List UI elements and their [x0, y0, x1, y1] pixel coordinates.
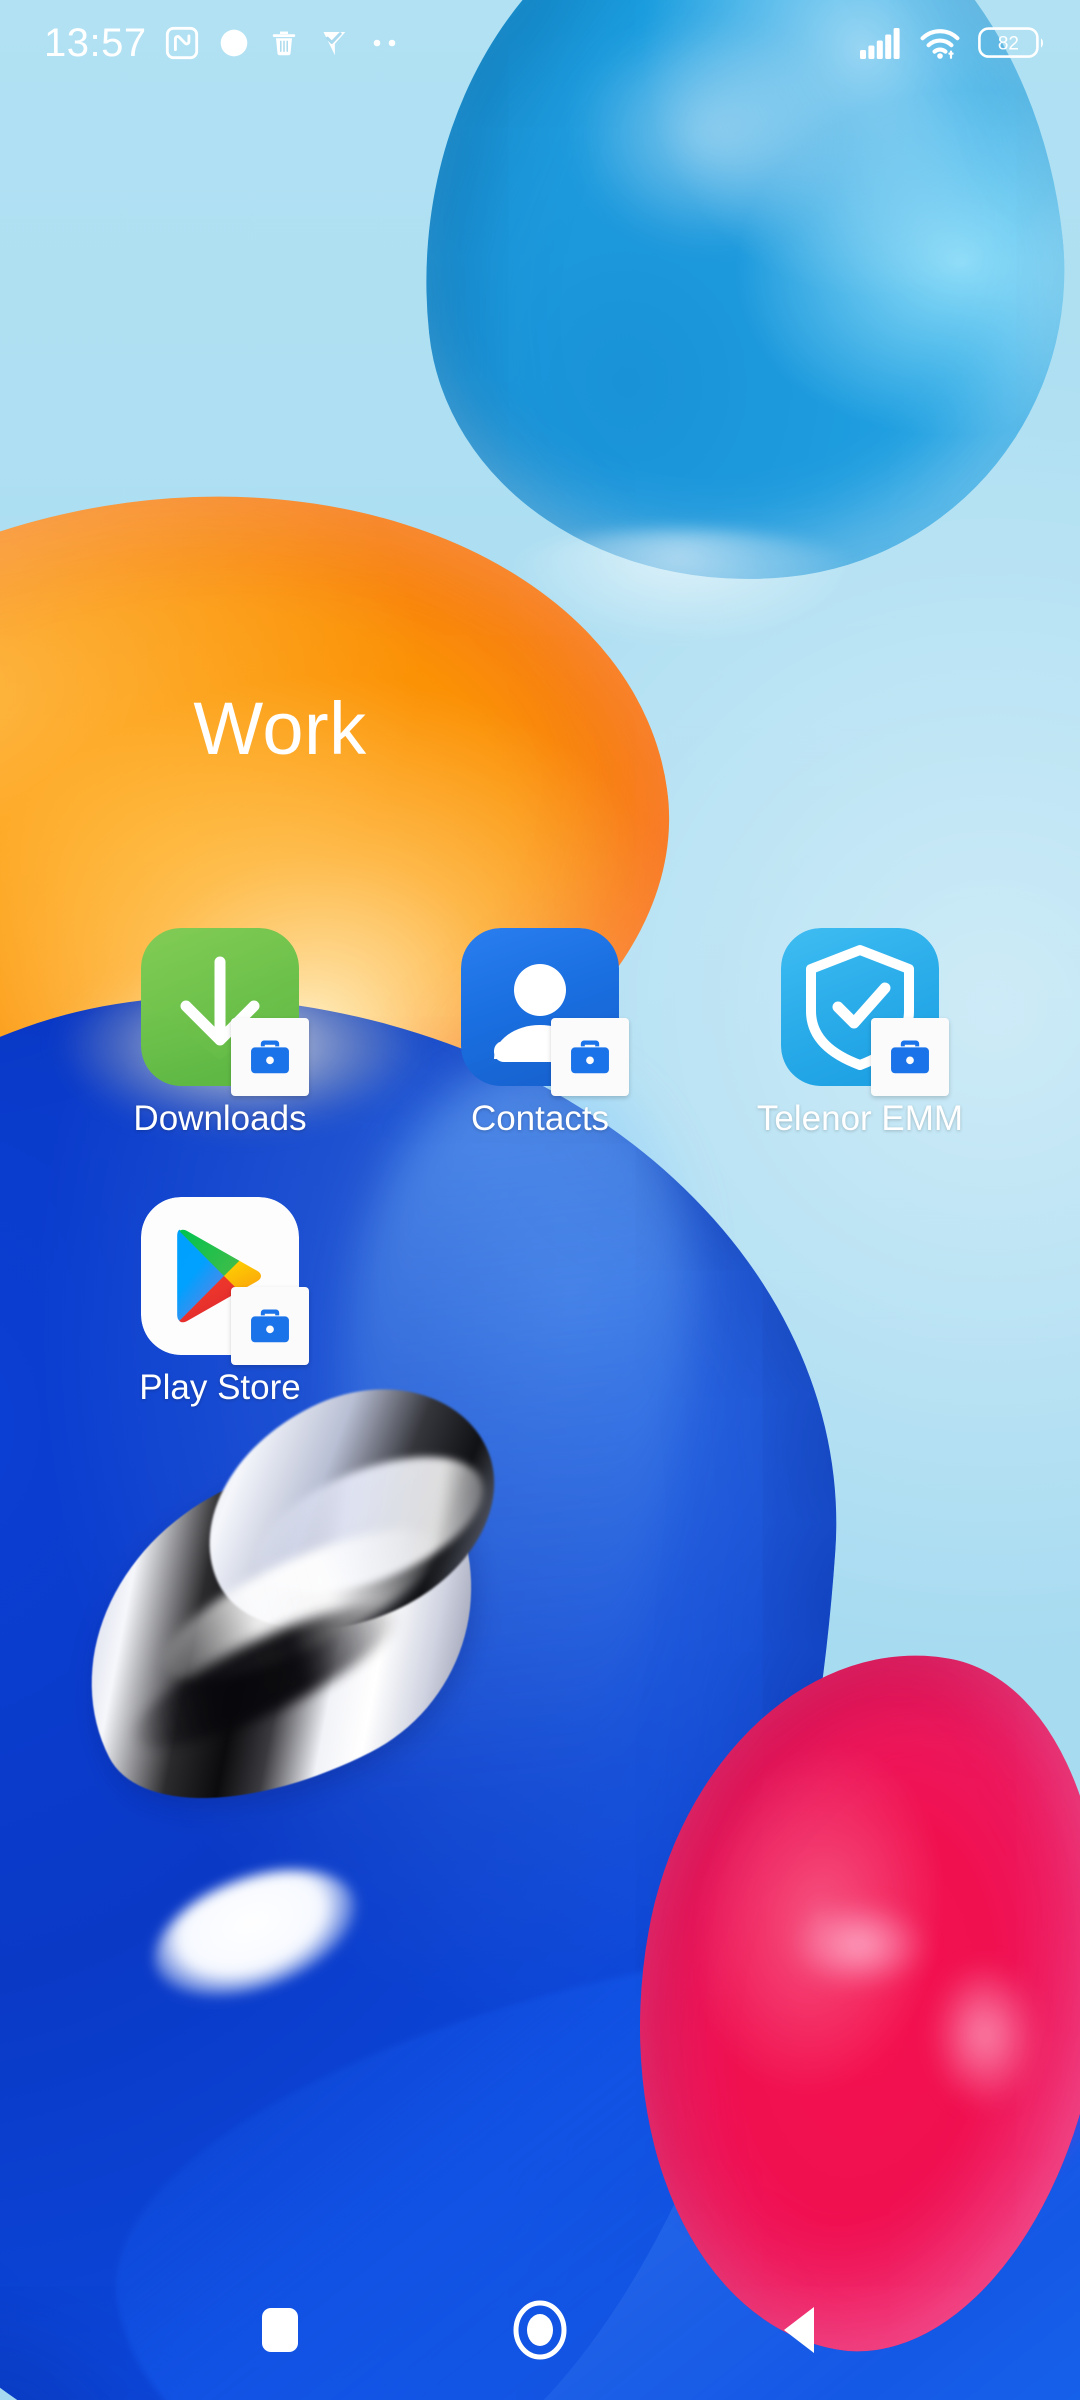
app-label-contacts: Contacts: [470, 1099, 610, 1138]
app-label-downloads: Downloads: [133, 1099, 307, 1138]
app-contacts[interactable]: Contacts: [380, 928, 700, 1139]
status-bar-left: 13:57: [44, 23, 406, 63]
app-icon-downloads[interactable]: [141, 928, 309, 1096]
wallpaper-white-highlight: [137, 1845, 373, 2021]
square-icon: [262, 2308, 298, 2352]
back-button[interactable]: [735, 2275, 865, 2385]
status-bar-right: 82: [860, 26, 1046, 60]
home-button[interactable]: [475, 2275, 605, 2385]
recents-button[interactable]: [215, 2275, 345, 2385]
wallpaper-violet-edge: [560, 1700, 1080, 2260]
wallpaper-chrome-shadow: [118, 1580, 412, 1772]
home-screen-work-folder: 13:57 82 Work Downloads Contacts Telenor…: [0, 0, 1080, 2400]
folder-title: Work: [193, 687, 367, 770]
more-dots-icon: [373, 39, 395, 47]
status-bar[interactable]: 13:57 82: [0, 0, 1080, 86]
wallpaper-blue-blob: [385, 0, 1080, 612]
nfc-icon: [165, 26, 198, 60]
battery-percent-text: 82: [998, 33, 1019, 54]
work-profile-badge-icon: [231, 1286, 309, 1365]
status-clock: 13:57: [44, 21, 147, 65]
work-profile-badge-icon: [551, 1018, 629, 1096]
app-icon-contacts[interactable]: [461, 928, 629, 1096]
cellular-signal-icon: [860, 28, 900, 59]
circle-indicator-icon: [220, 29, 247, 57]
wallpaper-chrome-blob: [24, 1401, 536, 1859]
circle-icon: [513, 2300, 567, 2360]
wallpaper-blue-blob-rim: [470, 530, 890, 660]
work-profile-badge-icon: [231, 1018, 309, 1096]
app-grid: Downloads Contacts Telenor EMM Play Stor…: [60, 928, 1020, 1407]
app-play-store[interactable]: Play Store: [60, 1196, 380, 1408]
app-telenor-emm[interactable]: Telenor EMM: [700, 928, 1020, 1139]
app-icon-play-store[interactable]: [141, 1196, 309, 1365]
wallpaper-pink-highlight-2: [930, 1960, 1040, 2110]
wallpaper-chrome-highlight: [145, 1500, 455, 1710]
app-label-play-store: Play Store: [139, 1367, 301, 1407]
checkmark-flag-icon: [323, 31, 345, 56]
app-icon-telenor-emm[interactable]: [781, 928, 949, 1096]
battery-icon: 82: [978, 27, 1043, 58]
work-profile-badge-icon: [871, 1018, 949, 1096]
trash-icon: [272, 31, 295, 56]
app-label-telenor-emm: Telenor EMM: [756, 1099, 964, 1138]
wifi-icon: [920, 29, 960, 59]
navigation-bar: [0, 2260, 1080, 2400]
wallpaper-pink-highlight: [790, 1900, 930, 1990]
triangle-left-icon: [784, 2307, 814, 2353]
app-downloads[interactable]: Downloads: [60, 928, 380, 1139]
wallpaper-chrome-top-sheen: [238, 1429, 502, 1621]
